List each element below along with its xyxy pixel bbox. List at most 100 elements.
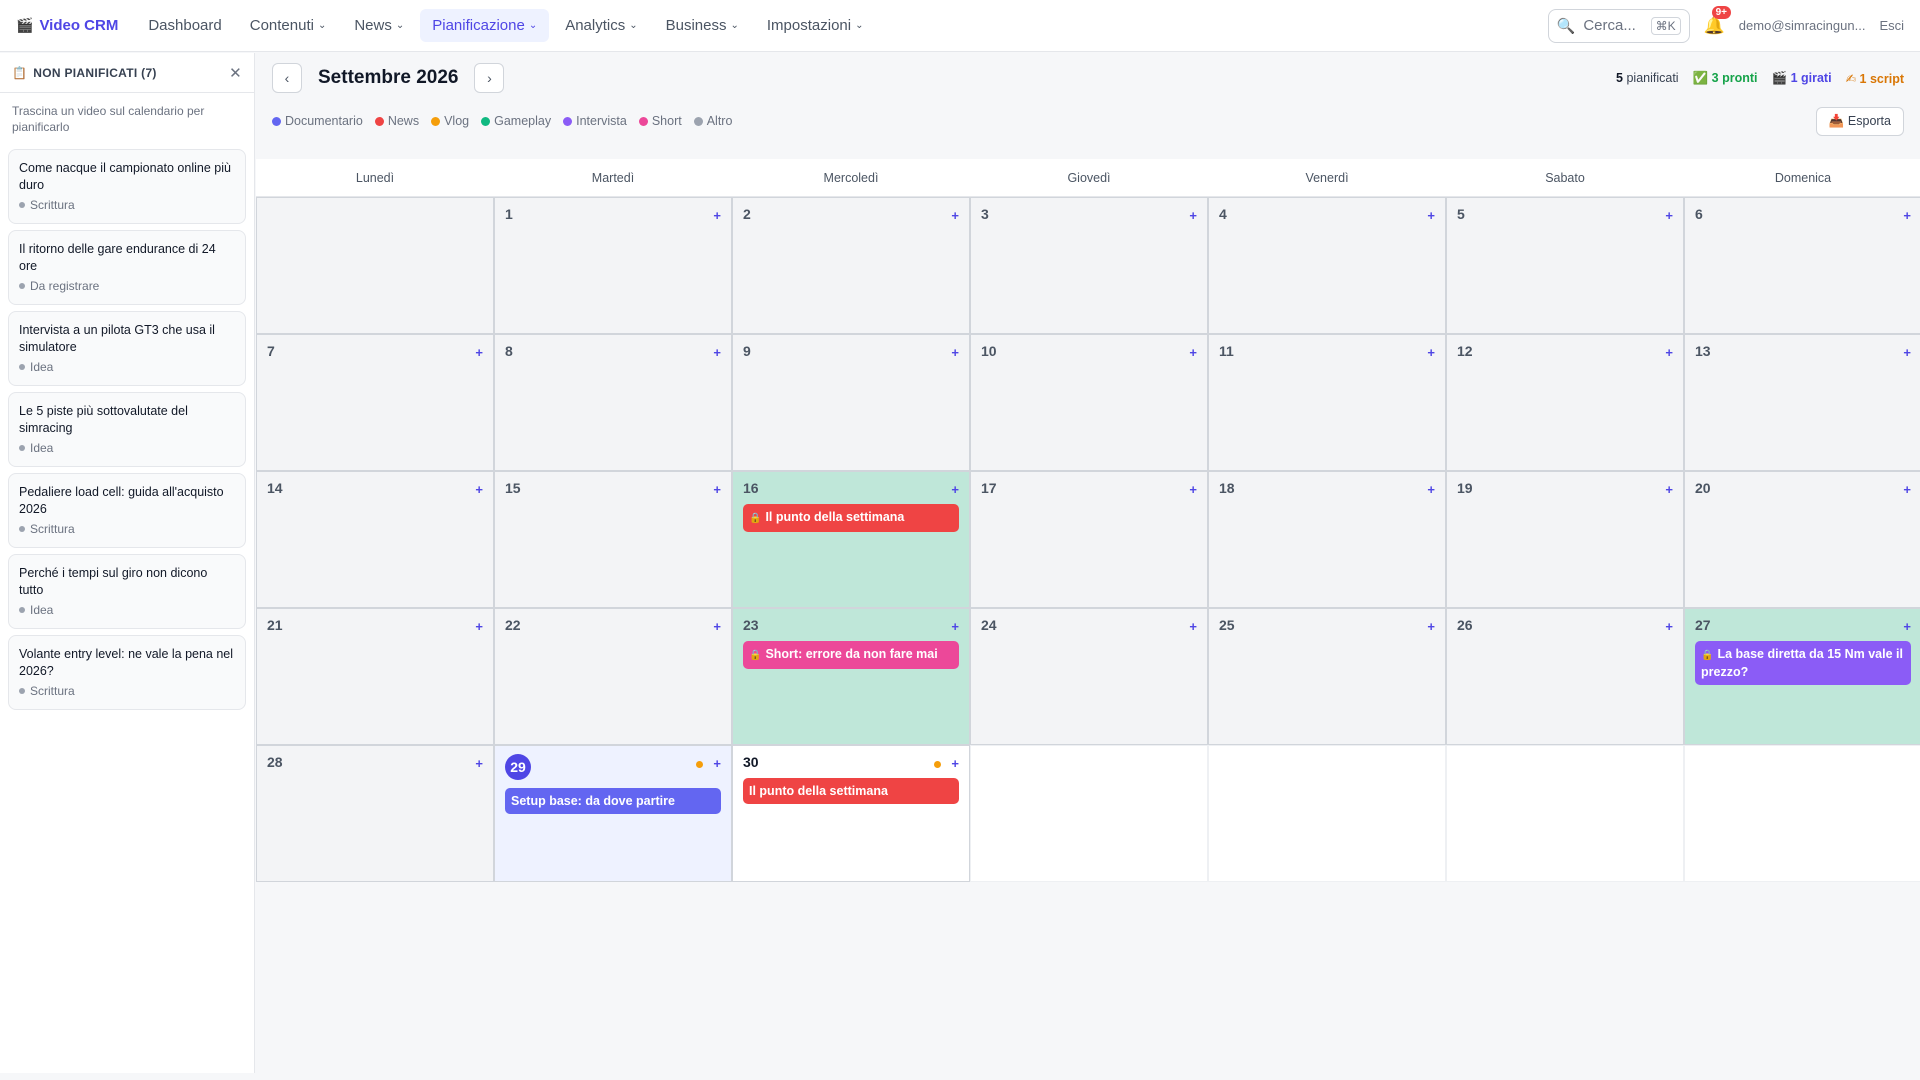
calendar-day-5[interactable]: 5 + (1446, 197, 1684, 334)
nav-dashboard[interactable]: Dashboard (136, 9, 233, 42)
nav-impostazioni[interactable]: Impostazioni ⌄ (755, 9, 876, 42)
weekday-2: Martedì (591, 170, 635, 185)
calendar-day-14[interactable]: 14 + (256, 471, 494, 608)
stat-script: ✍ 1 script (1846, 71, 1904, 86)
unplanned-card[interactable]: Pedaliere load cell: guida all'acquisto … (8, 473, 246, 548)
calendar-day-25[interactable]: 25 + (1208, 608, 1446, 745)
calendar-day-9[interactable]: 9 + (732, 334, 970, 471)
add-event-button[interactable]: + (713, 619, 721, 634)
calendar-day-29[interactable]: 29 + Setup base: da dove partire (494, 745, 732, 882)
export-button[interactable]: 📥 Esporta (1815, 106, 1904, 136)
calendar-day-23[interactable]: 23 + 🔒 Short: errore da non fare mai (732, 608, 970, 745)
close-icon[interactable]: ✕ (229, 64, 242, 82)
legend-short[interactable]: Short (638, 114, 682, 128)
calendar-event[interactable]: 🔒 Il punto della settimana (743, 504, 959, 532)
nav-news[interactable]: News ⌄ (342, 9, 416, 42)
calendar-event[interactable]: Setup base: da dove partire (505, 788, 721, 814)
add-event-button[interactable]: + (951, 619, 959, 634)
add-event-button[interactable]: + (1427, 345, 1435, 360)
prev-month-button[interactable]: ‹ (272, 63, 302, 93)
add-event-button[interactable]: + (951, 756, 959, 771)
calendar-day-10[interactable]: 10 + (970, 334, 1208, 471)
calendar-day-30[interactable]: 30 + Il punto della settimana (732, 745, 970, 882)
unplanned-card[interactable]: Volante entry level: ne vale la pena nel… (8, 635, 246, 710)
calendar-day-7[interactable]: 7 + (256, 334, 494, 471)
add-event-button[interactable]: + (1665, 619, 1673, 634)
add-event-button[interactable]: + (475, 756, 483, 771)
add-event-button[interactable]: + (951, 345, 959, 360)
unplanned-card[interactable]: Perché i tempi sul giro non dicono tutto… (8, 554, 246, 629)
add-event-button[interactable]: + (951, 482, 959, 497)
calendar-day-1[interactable]: 1 + (494, 197, 732, 334)
calendar-day-8[interactable]: 8 + (494, 334, 732, 471)
calendar-day-15[interactable]: 15 + (494, 471, 732, 608)
calendar-day-27[interactable]: 27 + 🔒 La base diretta da 15 Nm vale il pre… (1684, 608, 1920, 745)
add-event-button[interactable]: + (713, 482, 721, 497)
add-event-button[interactable]: + (1189, 482, 1197, 497)
unplanned-card[interactable]: Il ritorno delle gare endurance di 24 or… (8, 230, 246, 305)
add-event-button[interactable]: + (1903, 482, 1911, 497)
calendar-day-11[interactable]: 11 + (1208, 334, 1446, 471)
nav-contenuti[interactable]: Contenuti ⌄ (238, 9, 339, 42)
add-event-button[interactable]: + (1189, 345, 1197, 360)
add-event-button[interactable]: + (1427, 208, 1435, 223)
nav-analytics[interactable]: Analytics ⌄ (553, 9, 649, 42)
nav-business[interactable]: Business ⌄ (654, 9, 751, 42)
add-event-button[interactable]: + (475, 482, 483, 497)
unplanned-card[interactable]: Come nacque il campionato online più dur… (8, 149, 246, 224)
add-event-button[interactable]: + (475, 345, 483, 360)
card-status: Da registrare (19, 279, 235, 293)
search-box[interactable]: 🔍 Cerca... ⌘K (1547, 8, 1690, 43)
add-event-button[interactable]: + (1665, 482, 1673, 497)
calendar-event[interactable]: 🔒 Short: errore da non fare mai (743, 641, 959, 669)
calendar-day-6[interactable]: 6 + (1684, 197, 1920, 334)
calendar-day-17[interactable]: 17 + (970, 471, 1208, 608)
add-event-button[interactable]: + (1665, 208, 1673, 223)
calendar-day-12[interactable]: 12 + (1446, 334, 1684, 471)
add-event-button[interactable]: + (1903, 345, 1911, 360)
add-event-button[interactable]: + (951, 208, 959, 223)
add-event-button[interactable]: + (1427, 482, 1435, 497)
legend-intervista[interactable]: Intervista (563, 114, 627, 128)
unplanned-card[interactable]: Intervista a un pilota GT3 che usa il si… (8, 311, 246, 386)
add-event-button[interactable]: + (713, 756, 721, 771)
legend-documentario[interactable]: Documentario (272, 114, 363, 128)
add-event-button[interactable]: + (1665, 345, 1673, 360)
calendar-day-22[interactable]: 22 + (494, 608, 732, 745)
calendar-day-2[interactable]: 2 + (732, 197, 970, 334)
chevron-down-icon: ⌄ (629, 20, 638, 31)
nav-pianificazione[interactable]: Pianificazione ⌄ (420, 9, 550, 42)
calendar-day-24[interactable]: 24 + (970, 608, 1208, 745)
notifications-button[interactable]: 🔔 9+ (1704, 5, 1732, 36)
calendar-day-4[interactable]: 4 + (1208, 197, 1446, 334)
calendar-event[interactable]: Il punto della settimana (743, 778, 959, 804)
download-icon: 📥 (1828, 113, 1845, 128)
add-event-button[interactable]: + (1427, 619, 1435, 634)
calendar-event[interactable]: 🔒 La base diretta da 15 Nm vale il prezzo… (1695, 641, 1911, 685)
calendar-day-20[interactable]: 20 + (1684, 471, 1920, 608)
add-event-button[interactable]: + (1903, 208, 1911, 223)
brand-logo[interactable]: 🎬 Video CRM (16, 17, 118, 34)
legend-vlog[interactable]: Vlog (431, 114, 469, 128)
calendar-day-19[interactable]: 19 + (1446, 471, 1684, 608)
add-event-button[interactable]: + (1903, 619, 1911, 634)
calendar-day-13[interactable]: 13 + (1684, 334, 1920, 471)
add-event-button[interactable]: + (475, 619, 483, 634)
add-event-button[interactable]: + (1189, 619, 1197, 634)
legend-altro[interactable]: Altro (693, 114, 732, 128)
add-event-button[interactable]: + (713, 345, 721, 360)
calendar-day-21[interactable]: 21 + (256, 608, 494, 745)
user-email[interactable]: demo@simracingun... (1739, 18, 1866, 33)
calendar-day-26[interactable]: 26 + (1446, 608, 1684, 745)
logout-link[interactable]: Esci (1879, 18, 1904, 33)
calendar-day-28[interactable]: 28 + (256, 745, 494, 882)
calendar-day-16[interactable]: 16 + 🔒 Il punto della settimana (732, 471, 970, 608)
legend-gameplay[interactable]: Gameplay (481, 114, 551, 128)
calendar-day-18[interactable]: 18 + (1208, 471, 1446, 608)
add-event-button[interactable]: + (713, 208, 721, 223)
unplanned-card[interactable]: Le 5 piste più sottovalutate del simraci… (8, 392, 246, 467)
calendar-day-3[interactable]: 3 + (970, 197, 1208, 334)
legend-news[interactable]: News (374, 114, 419, 128)
next-month-button[interactable]: › (474, 63, 505, 93)
add-event-button[interactable]: + (1189, 208, 1197, 223)
